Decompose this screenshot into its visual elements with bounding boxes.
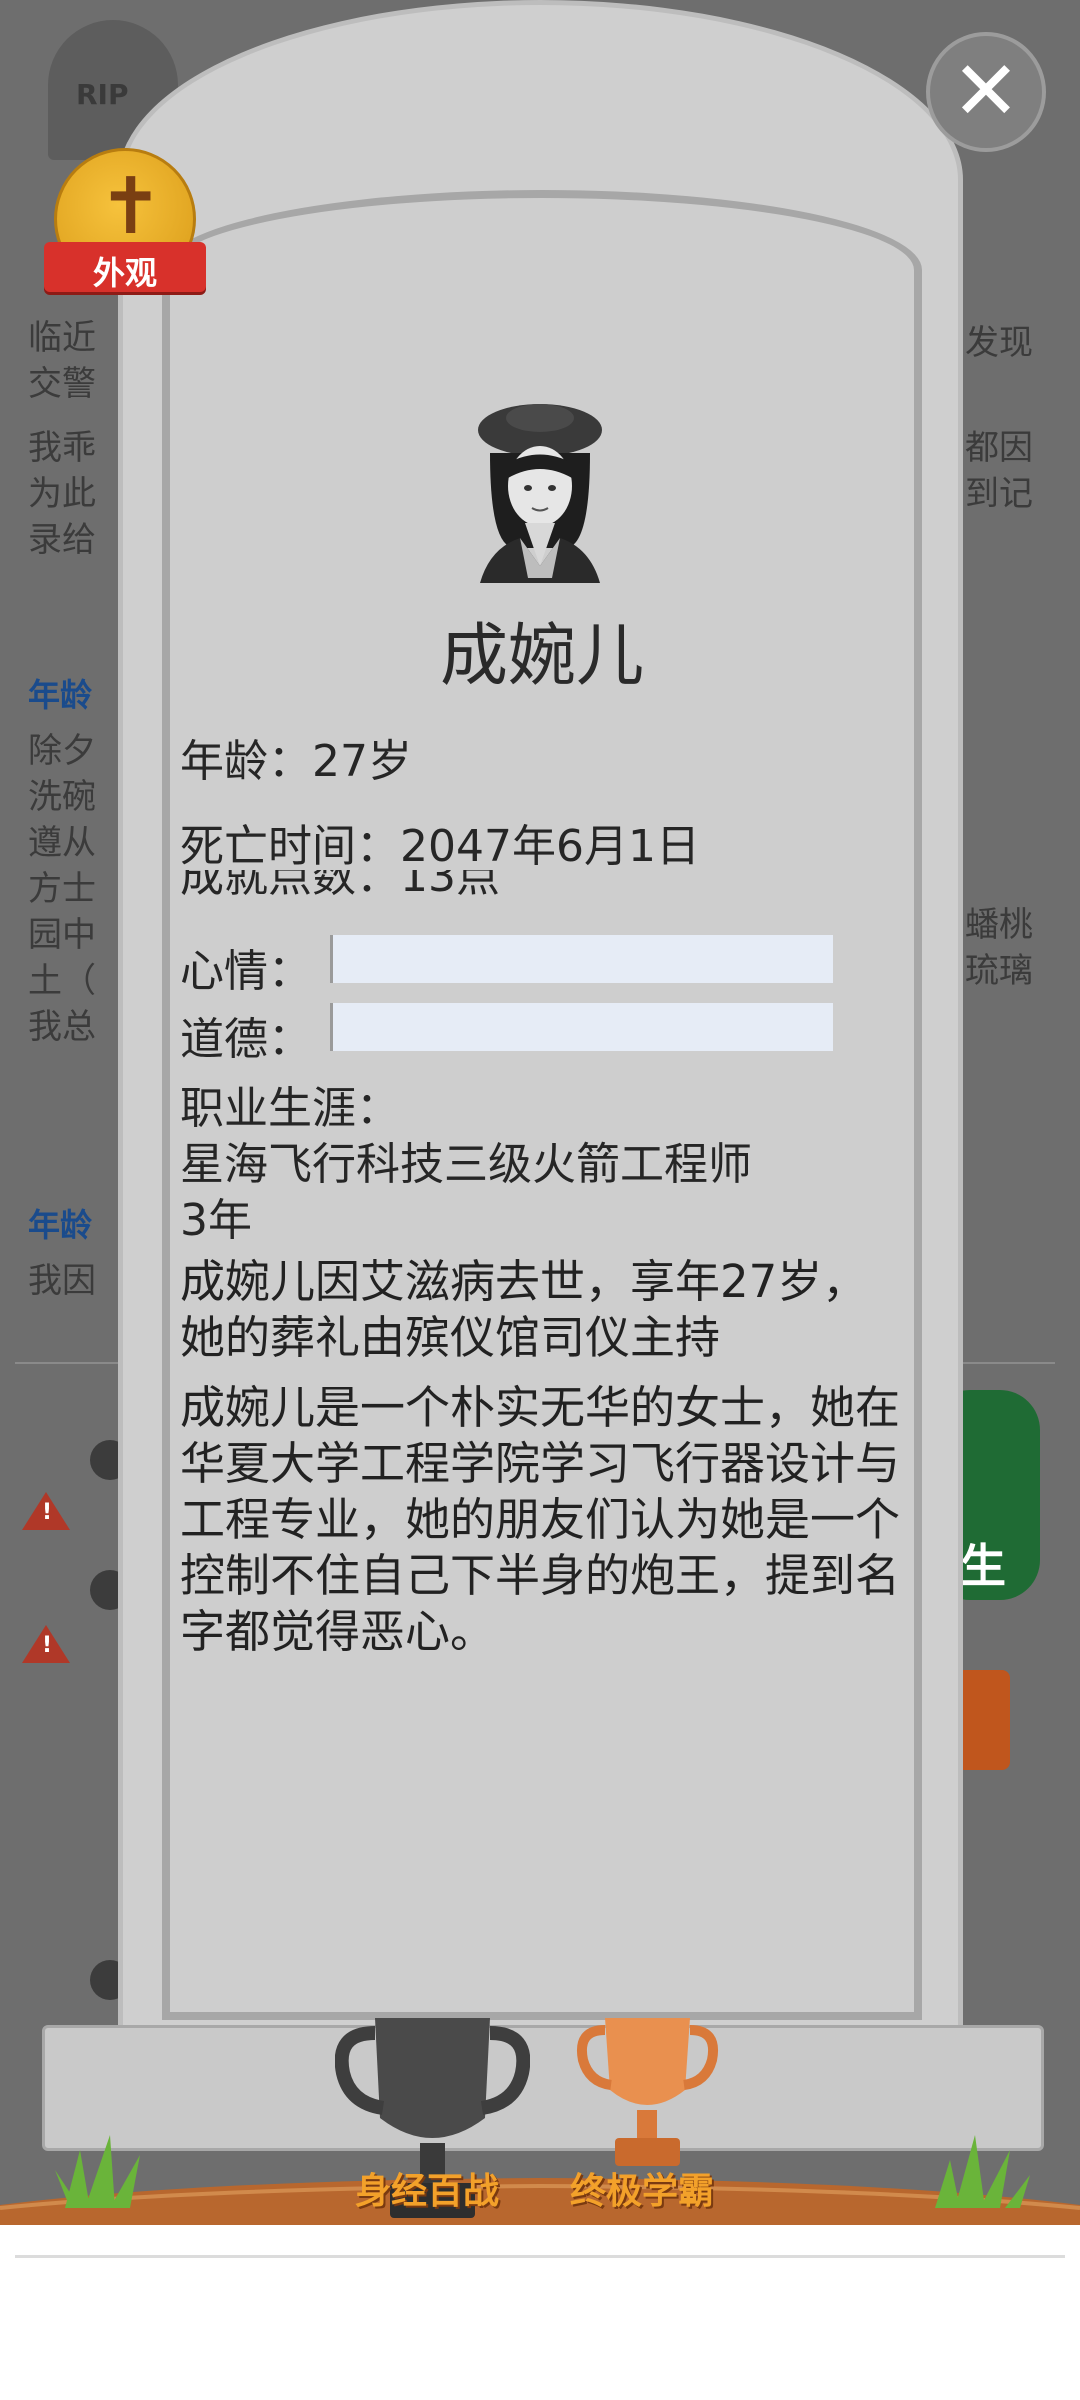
age-label: 年龄： [180, 736, 312, 787]
close-icon: ✕ [951, 44, 1021, 139]
achievement-points-text: 成就点数：13点 [180, 870, 500, 902]
death-time-label: 死亡时间： [180, 821, 400, 872]
mood-bar [330, 935, 833, 983]
morality-label: 道德： [180, 1014, 312, 1065]
background-entry-4: 我因 [28, 1261, 96, 1301]
death-time-row: 死亡时间：2047年6月1日 [180, 810, 700, 874]
close-button[interactable]: ✕ [926, 32, 1046, 152]
cross-icon: ✝ [98, 162, 164, 252]
death-time-value: 2047年6月1日 [400, 821, 700, 872]
deceased-name: 成婉儿 [439, 617, 644, 696]
career-label: 职业生涯： [180, 1083, 400, 1134]
trophy-icon [577, 2018, 718, 2166]
age-value: 27岁 [312, 736, 412, 787]
bottom-divider [15, 2255, 1065, 2258]
background-age-label-1: 年龄 [28, 676, 93, 714]
biography: 成婉儿是一个朴实无华的女士，她在华夏大学工程学院学习飞行器设计与工程专业，她的朋… [180, 1381, 901, 1658]
warning-icon: ! [22, 1625, 70, 1663]
tombstone-base [42, 2025, 1044, 2151]
background-fragment-1: 发现 [965, 323, 1033, 363]
age-row: 年龄：27岁 [180, 725, 412, 789]
death-description: 成婉儿因艾滋病去世，享年27岁，她的葬礼由殡仪馆司仪主持 [180, 1255, 868, 1364]
background-entry-2: 我乖 为此 录给 [28, 428, 96, 560]
appearance-button[interactable]: ✝ 外观 [40, 148, 210, 308]
background-age-label-2: 年龄 [28, 1206, 93, 1244]
background-entry-1: 临近 交警 [28, 318, 96, 404]
mood-label: 心情： [180, 946, 312, 997]
grass-icon [935, 2135, 1030, 2208]
appearance-label: 外观 [92, 254, 157, 292]
background-fragment-3: 蟠桃 琉璃 [965, 905, 1033, 991]
trophy-label-veteran: 身经百战 [355, 2171, 500, 2212]
appearance-ribbon: 外观 [44, 242, 206, 292]
warning-icon: ! [22, 1492, 70, 1530]
morality-bar [330, 1003, 833, 1051]
grass-icon [55, 2135, 140, 2208]
background-entry-3: 除夕 洗碗 遵从 方士 园中 土（ 我总 [28, 731, 96, 1047]
background-fragment-2: 都因 到记 [965, 428, 1033, 514]
career-years: 3年 [180, 1195, 252, 1246]
achievement-points-row: 成就点数：13点 [180, 870, 940, 912]
career-job: 星海飞行科技三级火箭工程师 [180, 1139, 752, 1190]
trophy-label-top-scholar: 终极学霸 [570, 2171, 715, 2212]
avatar [478, 404, 602, 583]
